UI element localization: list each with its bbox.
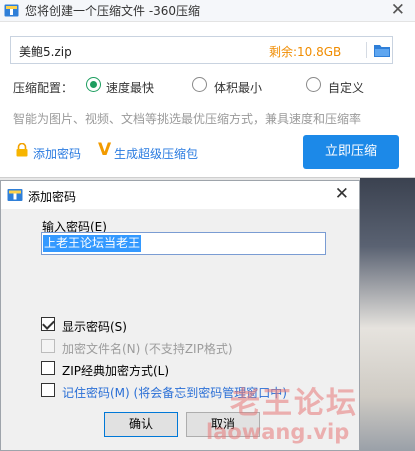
background-image <box>360 178 415 451</box>
password-input[interactable]: 上老王论坛当老王 <box>41 232 326 255</box>
compress-now-button[interactable]: 立即压缩 <box>303 135 399 169</box>
encrypt-filenames-label: 加密文件名(N) (不支持ZIP格式) <box>62 342 233 356</box>
option-custom-radio[interactable] <box>306 77 321 92</box>
lock-icon[interactable] <box>15 143 29 157</box>
option-smallest-radio[interactable] <box>192 77 207 92</box>
option-fastest-radio[interactable] <box>86 77 101 92</box>
window-title: 您将创建一个压缩文件 -360压缩 <box>25 4 201 18</box>
path-divider <box>366 42 367 58</box>
ok-button[interactable]: 确认 <box>104 412 178 437</box>
vip-icon: V <box>98 140 112 160</box>
show-password-checkbox[interactable] <box>41 317 55 331</box>
compress-config-label: 压缩配置： <box>13 81 74 95</box>
encrypt-filenames-checkbox <box>41 339 55 353</box>
dialog-titlebar: 添加密码 ✕ <box>1 181 359 209</box>
free-space-label: 剩余:10.8GB <box>269 45 342 59</box>
add-password-link[interactable]: 添加密码 <box>33 145 81 162</box>
remember-password-checkbox[interactable] <box>41 383 55 397</box>
watermark-title: 老王论坛 <box>230 386 358 421</box>
window-titlebar: 您将创建一个压缩文件 -360压缩 ✕ <box>0 0 415 22</box>
archive-app-icon <box>4 4 19 17</box>
window-close-icon[interactable]: ✕ <box>391 0 405 20</box>
output-path-field[interactable]: 美鲍5.zip 剩余:10.8GB <box>10 36 393 64</box>
option-hint-text: 智能为图片、视频、文档等挑选最优压缩方式，兼具速度和压缩率 <box>13 112 362 126</box>
dialog-close-icon[interactable]: ✕ <box>335 184 349 204</box>
dialog-title: 添加密码 <box>28 190 77 204</box>
watermark-url: laowang.vip <box>206 420 350 444</box>
show-password-label[interactable]: 显示密码(S) <box>62 318 127 335</box>
archive-app-icon <box>7 189 23 201</box>
zip-classic-encryption-label[interactable]: ZIP经典加密方式(L) <box>62 362 169 379</box>
option-fastest-label[interactable]: 速度最快 <box>106 79 154 96</box>
compress-window: 您将创建一个压缩文件 -360压缩 ✕ 美鲍5.zip 剩余:10.8GB 压缩… <box>0 0 415 178</box>
option-custom-label[interactable]: 自定义 <box>328 79 364 96</box>
browse-folder-icon[interactable] <box>374 43 390 57</box>
super-package-link[interactable]: 生成超级压缩包 <box>114 145 198 162</box>
option-smallest-label[interactable]: 体积最小 <box>214 79 262 96</box>
output-filename[interactable]: 美鲍5.zip <box>19 43 72 60</box>
password-selected-text[interactable]: 上老王论坛当老王 <box>43 235 142 252</box>
zip-classic-encryption-checkbox[interactable] <box>41 361 55 375</box>
